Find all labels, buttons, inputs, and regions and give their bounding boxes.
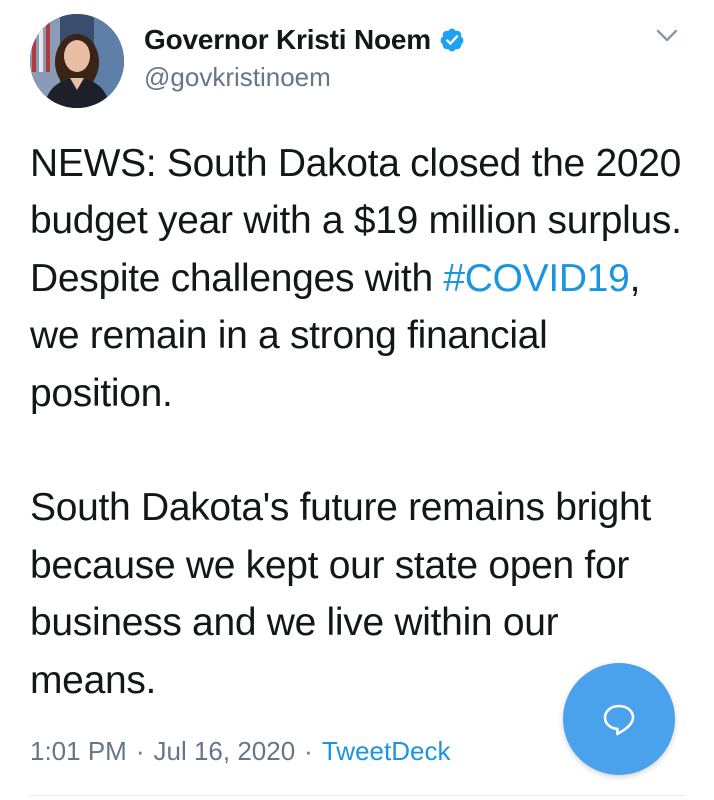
tweet-date[interactable]: Jul 16, 2020 (154, 736, 296, 767)
reply-bubble-icon (603, 704, 635, 736)
verified-badge-icon (440, 28, 464, 52)
chevron-down-icon[interactable] (652, 24, 682, 48)
meta-separator: · (304, 736, 313, 766)
author-handle[interactable]: @govkristinoem (144, 62, 331, 93)
tweet-paragraph-1: NEWS: South Dakota closed the 2020 budge… (30, 135, 690, 422)
display-name[interactable]: Governor Kristi Noem (144, 24, 431, 56)
avatar-image (30, 14, 124, 108)
tweet-meta: 1:01 PM · Jul 16, 2020 · TweetDeck (30, 736, 450, 767)
tweet-time[interactable]: 1:01 PM (30, 736, 127, 767)
tweet-source-link[interactable]: TweetDeck (322, 736, 451, 767)
avatar[interactable] (30, 14, 124, 108)
divider (30, 795, 684, 796)
tweet-text: NEWS: South Dakota closed the 2020 budge… (30, 135, 690, 709)
meta-separator: · (135, 736, 145, 766)
reply-fab-button[interactable] (563, 663, 675, 775)
hashtag-link[interactable]: #COVID19 (443, 257, 629, 300)
author-name-row[interactable]: Governor Kristi Noem (144, 24, 465, 56)
